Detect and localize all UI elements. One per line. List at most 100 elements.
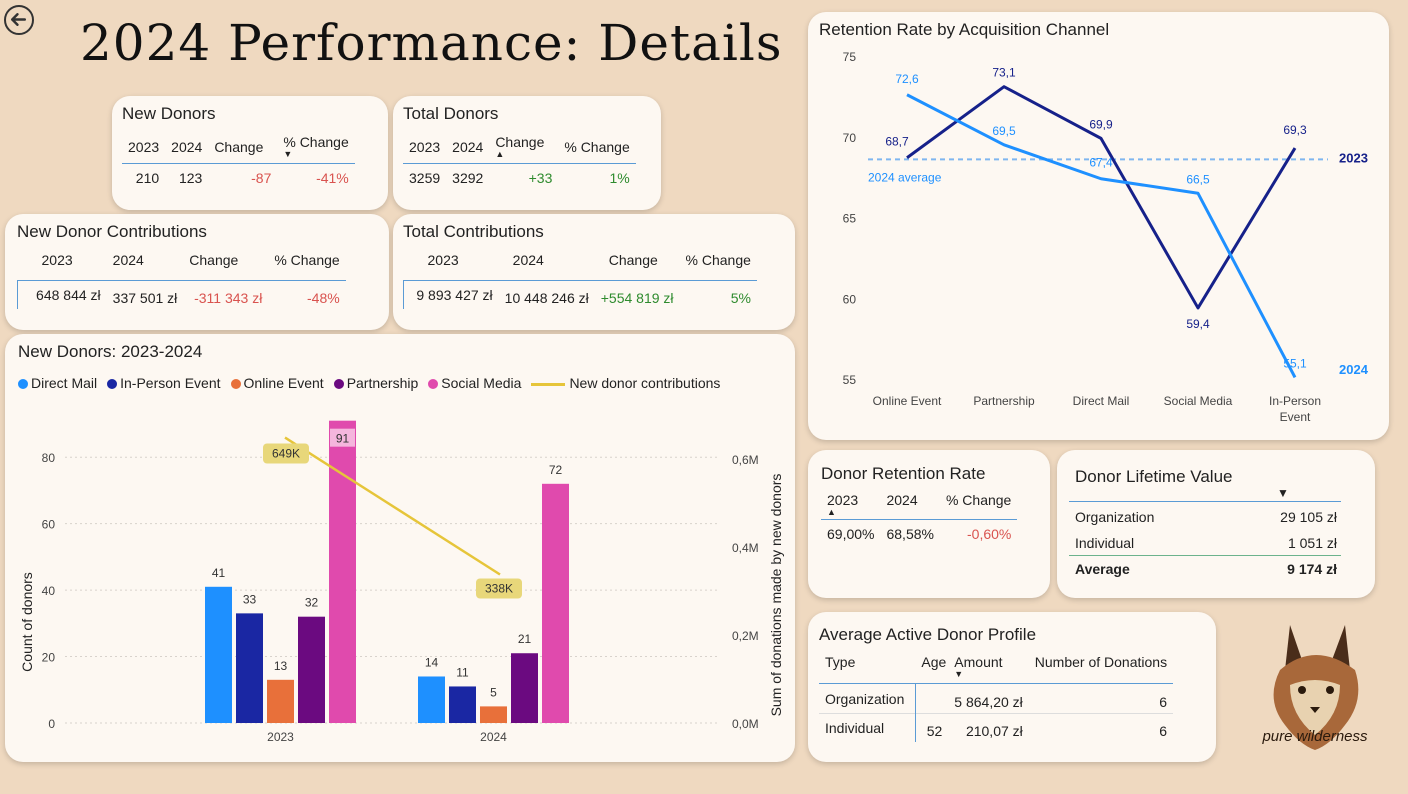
col-pct-change[interactable]: % Change ▼: [277, 134, 354, 164]
line-data-label: 338K: [485, 581, 513, 595]
col-2023[interactable]: 2023: [122, 134, 165, 164]
bar: [329, 420, 356, 723]
donor-profile-card: Average Active Donor Profile Type Age Am…: [808, 612, 1216, 762]
y-tick-label: 20: [42, 651, 56, 665]
cell-change: -87: [251, 170, 272, 186]
col-2023[interactable]: 2023: [18, 252, 107, 281]
y-tick-label: 70: [843, 131, 857, 145]
card-title: Total Donors: [403, 104, 499, 123]
card-title: Donor Lifetime Value: [1075, 467, 1233, 486]
x-tick-label: In-Person: [1269, 394, 1321, 408]
bar: [511, 653, 538, 723]
cell-amount: 210,07 zł: [965, 723, 1023, 739]
card-title: Average Active Donor Profile: [819, 625, 1037, 644]
bar: [449, 686, 476, 723]
col-2024[interactable]: 2024: [165, 134, 208, 164]
cell-age: [915, 684, 948, 714]
data-label: 67,4: [1089, 156, 1113, 170]
col-2023[interactable]: 2023 ▲: [821, 492, 880, 520]
reference-line-label: 2024 average: [868, 170, 942, 184]
donor-retention-card: Donor Retention Rate 2023 ▲ 2024 % Change…: [808, 450, 1050, 598]
cell-2023: 3259: [409, 170, 441, 186]
y2-tick-label: 0,2M: [732, 629, 759, 643]
y2-tick-label: 0,0M: [732, 717, 759, 731]
col-2024[interactable]: 2024: [107, 252, 184, 281]
cell-pct-change: -48%: [307, 290, 340, 306]
col-2024[interactable]: 2024: [499, 252, 595, 281]
col-2024[interactable]: 2024: [880, 492, 939, 520]
new-donors-bar-chart[interactable]: Count of donors Sum of donations made by…: [5, 360, 795, 760]
sort-down-icon[interactable]: ▼: [1277, 486, 1289, 500]
col-2023[interactable]: 2023: [403, 134, 446, 164]
col-pct-change[interactable]: % Change: [558, 134, 635, 164]
y-tick-label: 65: [843, 212, 857, 226]
bar-chart-title: New Donors: 2023-2024: [18, 342, 203, 361]
new-donors-card: New Donors 2023 2024 Change % Change ▼ 21…: [112, 96, 388, 210]
y-tick-label: 0: [48, 717, 55, 731]
line-data-label: 649K: [272, 447, 300, 461]
data-label: 11: [456, 665, 469, 679]
cell-amount: 5 864,20 zł: [954, 694, 1023, 710]
sort-down-icon: ▼: [954, 669, 964, 679]
bar: [298, 616, 325, 723]
cell-pct-change: -0,60%: [967, 526, 1012, 542]
x-tick-label: Online Event: [873, 394, 942, 408]
profile-table: Type Age Amount ▼ Number of Donations Org…: [819, 654, 1174, 742]
line-series: [284, 436, 501, 576]
card-title: Donor Retention Rate: [821, 464, 986, 483]
data-label: 69,5: [992, 124, 1016, 138]
cell-2024: 337 501 zł: [112, 290, 178, 306]
col-pct-change[interactable]: % Change: [268, 252, 345, 281]
data-label: 69,3: [1283, 123, 1307, 137]
back-button[interactable]: [4, 5, 34, 35]
cell-2024: 10 448 246 zł: [504, 290, 589, 306]
bar: [205, 586, 232, 723]
col-age[interactable]: Age: [915, 654, 948, 684]
cell-change: -311 343 zł: [194, 290, 263, 306]
col-change[interactable]: Change: [595, 252, 680, 281]
col-pct-change[interactable]: % Change: [680, 252, 757, 281]
cell-type: Individual: [819, 713, 916, 742]
lifetime-row-organization: Organization 29 105 zł: [1075, 509, 1337, 525]
cell-age: 52: [926, 723, 943, 739]
card-title: New Donors: [122, 104, 216, 123]
col-2024[interactable]: 2024: [446, 134, 489, 164]
data-label: 32: [305, 596, 319, 610]
page-title: 2024 Performance: Details: [80, 14, 783, 72]
col-change[interactable]: Change: [208, 134, 277, 164]
cell-2024: 68,58%: [886, 526, 934, 542]
x-tick-label: 2023: [267, 730, 294, 744]
data-label: 41: [212, 566, 226, 580]
data-label: 72,6: [895, 72, 919, 86]
x-tick-label: 2024: [480, 730, 507, 744]
col-pct-change[interactable]: % Change: [940, 492, 1017, 520]
y-tick-label: 55: [843, 373, 857, 387]
y-tick-label: 60: [42, 518, 56, 532]
y2-axis-label: Sum of donations made by new donors: [768, 474, 784, 717]
col-number-of-donations[interactable]: Number of Donations: [1029, 654, 1173, 684]
sort-up-icon: ▲: [827, 507, 836, 517]
cell-2023: 210: [135, 170, 160, 186]
cell-pct-change: -41%: [316, 170, 349, 186]
y2-tick-label: 0,4M: [732, 541, 759, 555]
new-donors-table: 2023 2024 Change % Change ▼ 210 123 -87 -…: [122, 134, 355, 186]
col-type[interactable]: Type: [819, 654, 915, 684]
data-label: 68,7: [885, 135, 909, 149]
cell-2023: 9 893 427 zł: [402, 280, 499, 309]
cell-2024: 3292: [452, 170, 484, 186]
cell-2024: 123: [178, 170, 203, 186]
col-change[interactable]: Change: [183, 252, 268, 281]
series-end-label: 2023: [1339, 151, 1368, 166]
data-label: 59,4: [1186, 317, 1210, 331]
retention-line-chart[interactable]: 55 60 65 70 75 Online Event Partnership Direct …: [808, 40, 1389, 435]
col-change[interactable]: Change ▲: [489, 134, 558, 164]
col-amount[interactable]: Amount ▼: [948, 654, 1029, 684]
col-2023[interactable]: 2023: [404, 252, 499, 281]
y-tick-label: 40: [42, 584, 56, 598]
x-tick-label: Social Media: [1164, 394, 1233, 408]
data-label: 69,9: [1089, 117, 1113, 131]
bar: [480, 706, 507, 723]
data-label: 13: [274, 659, 288, 673]
cell-pct-change: 5%: [730, 290, 751, 306]
data-label: 14: [425, 655, 439, 669]
